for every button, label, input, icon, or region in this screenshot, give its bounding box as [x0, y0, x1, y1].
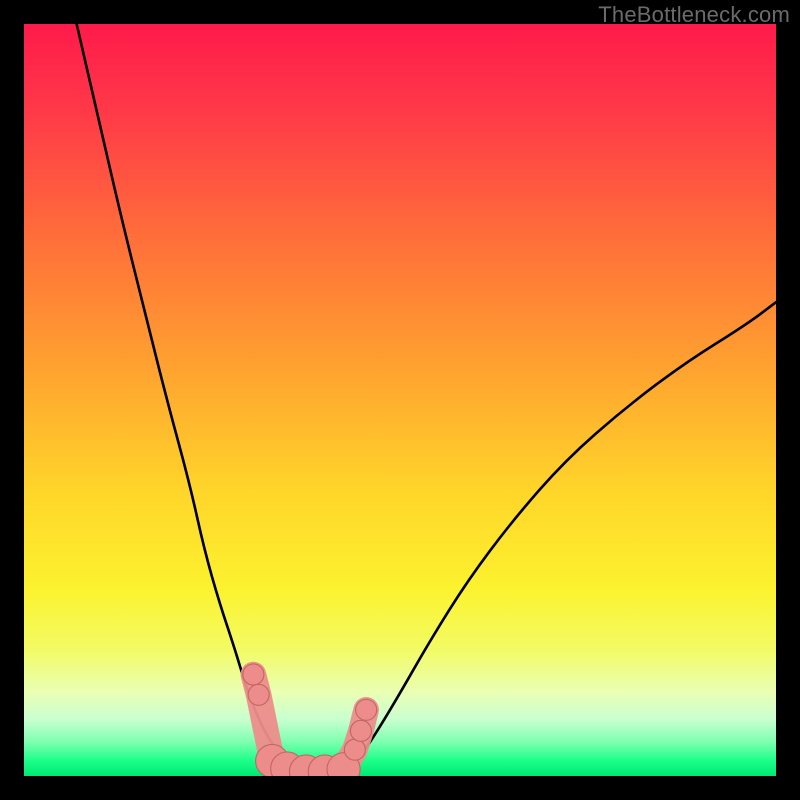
marker-dot: [248, 684, 269, 705]
chart-svg: [24, 24, 776, 776]
marker-dot: [243, 664, 264, 685]
watermark-text: TheBottleneck.com: [598, 2, 790, 28]
marker-dot: [350, 720, 371, 741]
outer-frame: TheBottleneck.com: [0, 0, 800, 800]
curve-left-curve: [77, 24, 303, 770]
marker-dot: [344, 739, 365, 760]
plot-area: [24, 24, 776, 776]
curve-right-curve: [347, 302, 776, 770]
marker-dot: [356, 699, 377, 720]
